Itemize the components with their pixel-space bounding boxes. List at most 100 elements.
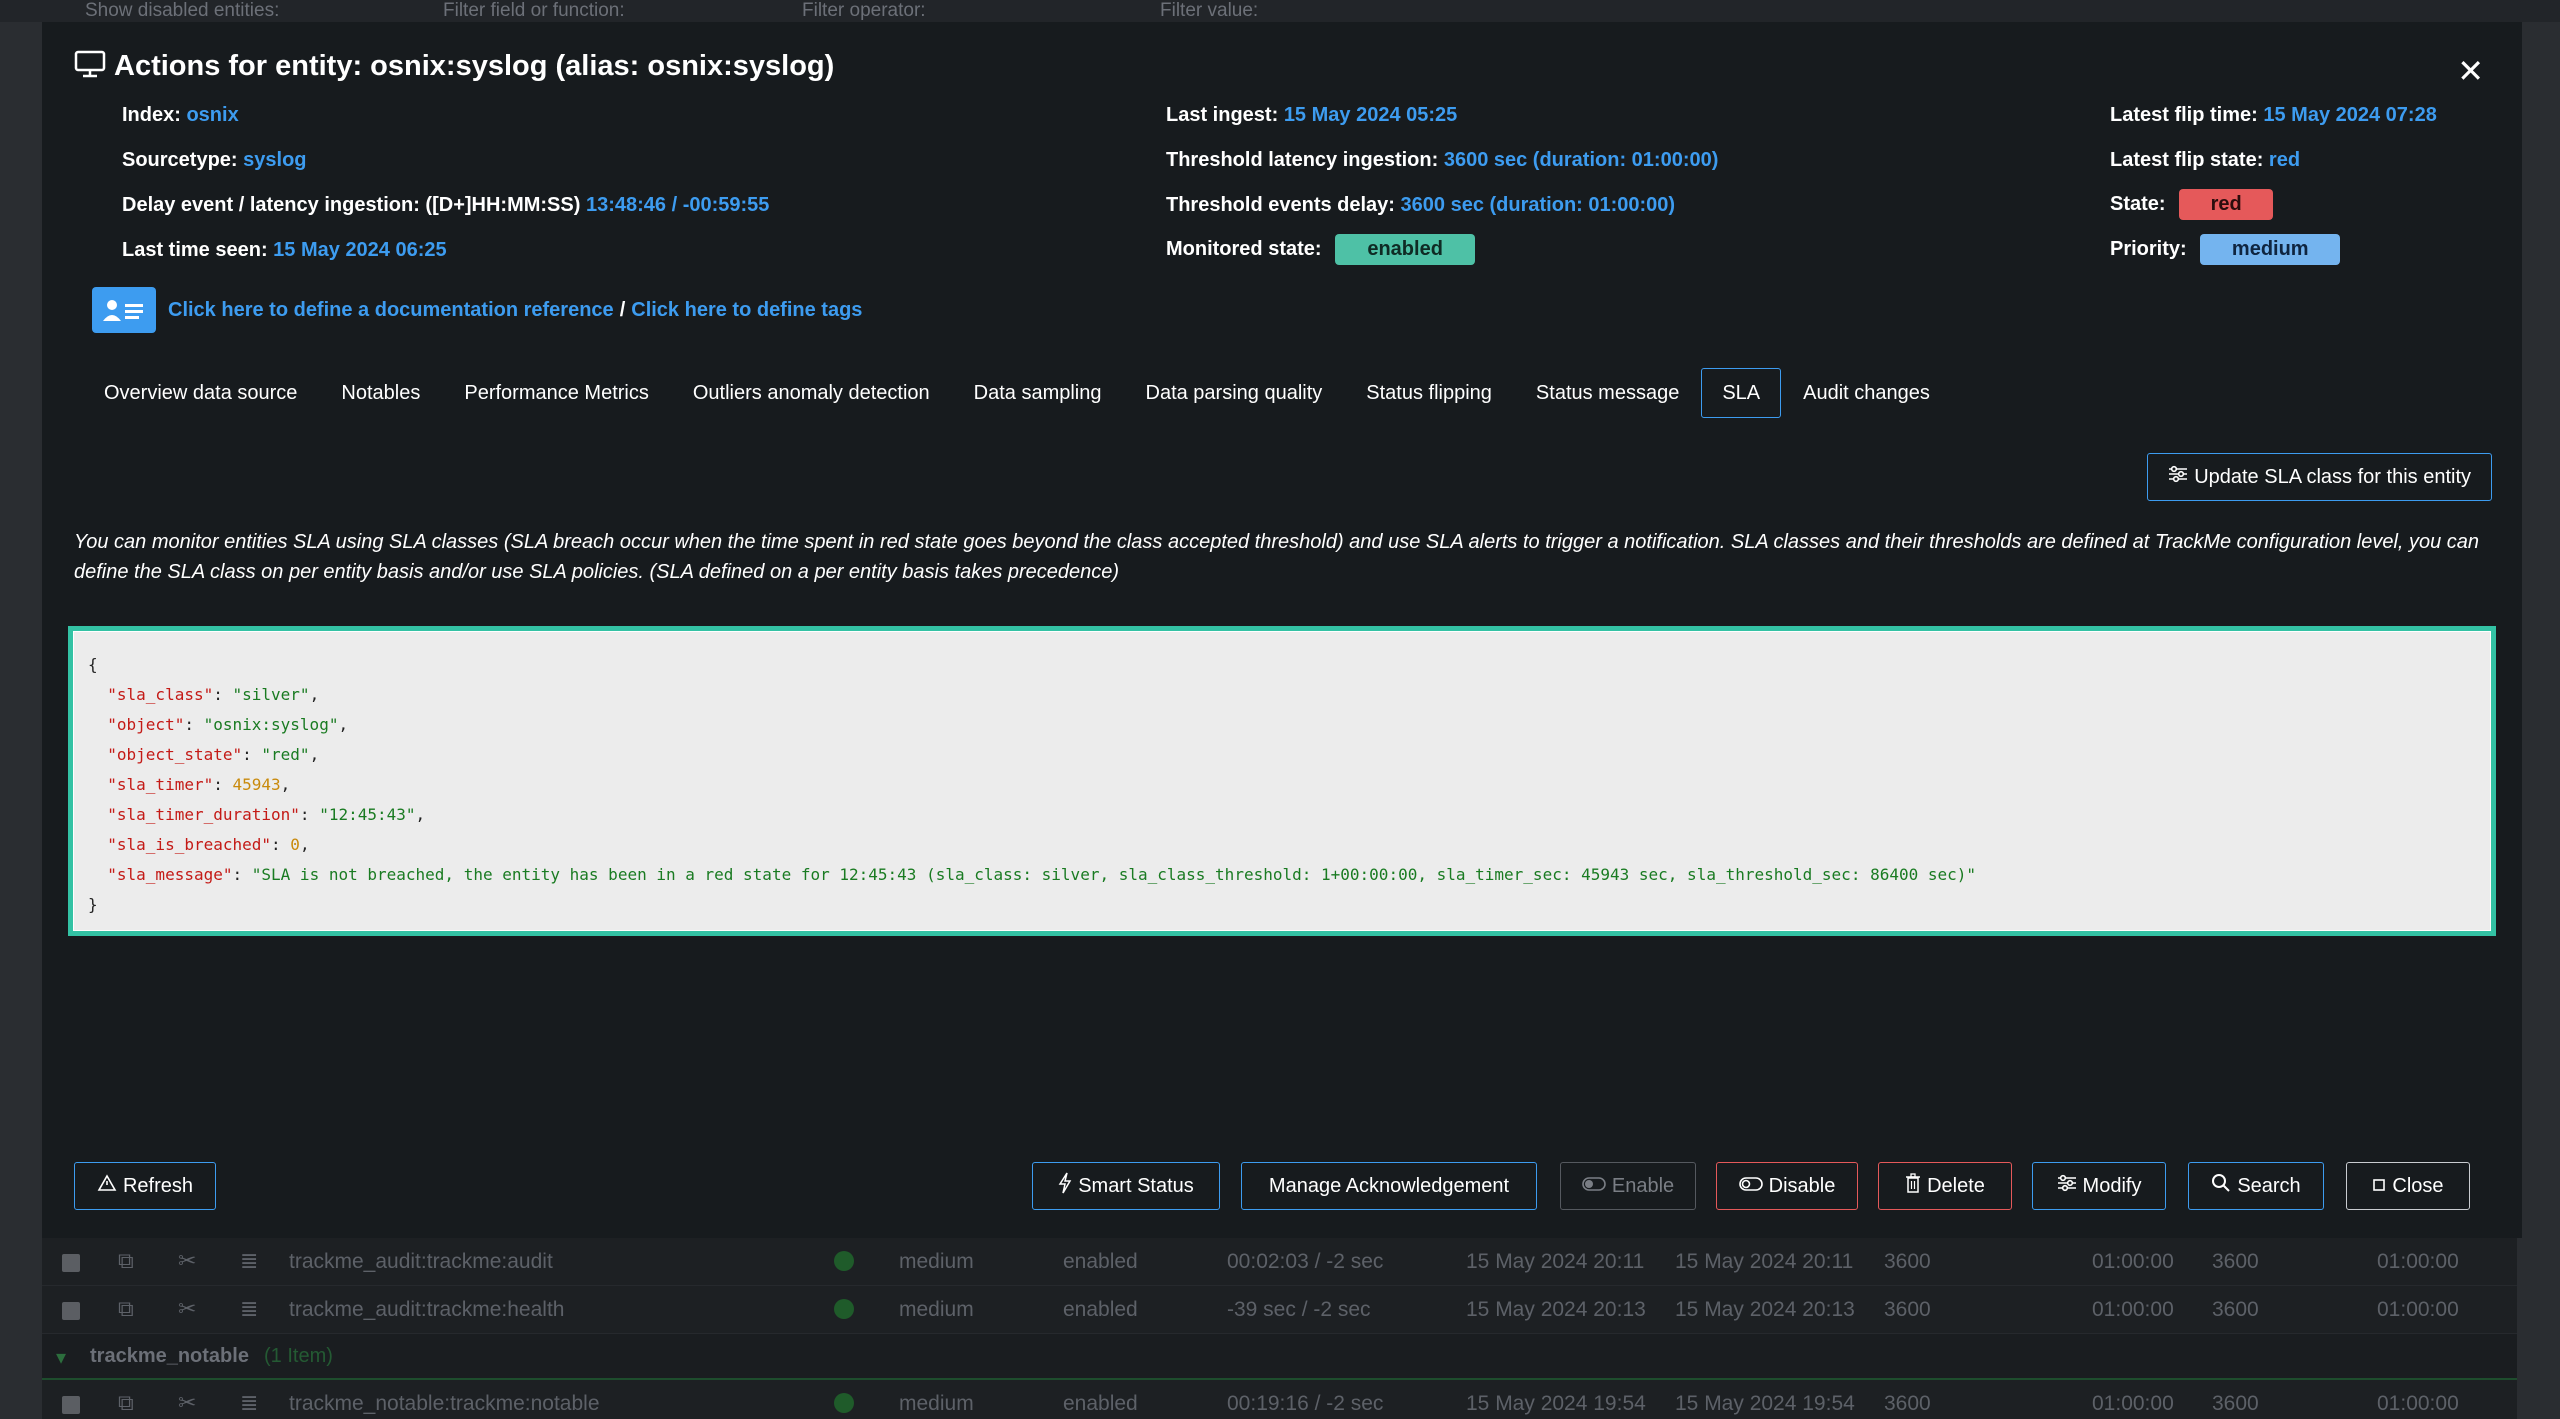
link-separator: / <box>619 298 626 321</box>
search-button[interactable]: Search <box>2188 1162 2324 1210</box>
info-last-seen: Last time seen: 15 May 2024 06:25 <box>122 239 447 262</box>
last-ingest-label: Last ingest: <box>1166 104 1279 126</box>
row-state: enabled <box>1063 1392 1138 1415</box>
row-checkbox[interactable] <box>62 1396 80 1414</box>
sliders-icon <box>2168 465 2194 489</box>
flip-time-label: Latest flip time: <box>2110 104 2258 126</box>
tab-status-flipping[interactable]: Status flipping <box>1344 368 1514 418</box>
toggle-off-icon <box>1582 1175 1612 1198</box>
table-row[interactable]: ⧉ ✂ ≣ trackme_notable:trackme:notable me… <box>42 1380 2517 1419</box>
index-value-link[interactable]: osnix <box>186 104 238 126</box>
row-checkbox[interactable] <box>62 1254 80 1272</box>
tools-icon[interactable]: ✂ <box>178 1296 196 1322</box>
threshold-latency-label: Threshold latency ingestion: <box>1166 149 1439 171</box>
row-state: enabled <box>1063 1298 1138 1321</box>
filter-label-disabled: Show disabled entities: <box>85 0 280 21</box>
trash-icon <box>1905 1173 1927 1199</box>
enable-button[interactable]: Enable <box>1560 1162 1696 1210</box>
tools-icon[interactable]: ✂ <box>178 1248 196 1274</box>
tab-performance-metrics[interactable]: Performance Metrics <box>442 368 671 418</box>
background-filter-bar: Show disabled entities: Filter field or … <box>0 0 2560 22</box>
info-index: Index: osnix <box>122 104 239 127</box>
smart-status-label: Smart Status <box>1078 1174 1194 1197</box>
row-lag: -39 sec / -2 sec <box>1227 1298 1371 1321</box>
info-delay: Delay event / latency ingestion: ([D+]HH… <box>122 194 769 217</box>
threshold-latency-value: 3600 sec (duration: 01:00:00) <box>1443 149 1719 171</box>
info-sourcetype: Sourcetype: syslog <box>122 149 307 172</box>
database-icon: ≣ <box>240 1248 259 1273</box>
tab-overview-data-source[interactable]: Overview data source <box>82 368 319 418</box>
close-icon[interactable]: ✕ <box>2457 52 2484 90</box>
toggle-icon <box>1738 1175 1769 1198</box>
sourcetype-value-link[interactable]: syslog <box>243 149 306 171</box>
state-label: State: <box>2110 192 2166 215</box>
define-tags-link[interactable]: Click here to define tags <box>631 299 862 322</box>
row-entity: trackme_audit:trackme:health <box>289 1298 565 1321</box>
modify-button[interactable]: Modify <box>2032 1162 2166 1210</box>
json-value: "silver" <box>232 685 310 704</box>
row-val4: 01:00:00 <box>2377 1250 2459 1273</box>
row-entity: trackme_audit:trackme:audit <box>289 1250 553 1273</box>
json-key: "sla_class" <box>107 685 214 704</box>
tab-data-sampling[interactable]: Data sampling <box>952 368 1124 418</box>
database-icon: ≣ <box>240 1390 259 1415</box>
update-sla-class-button[interactable]: Update SLA class for this entity <box>2147 453 2492 501</box>
json-key: "sla_timer_duration" <box>107 805 300 824</box>
open-icon[interactable]: ⧉ <box>118 1296 134 1322</box>
close-button[interactable]: Close <box>2346 1162 2470 1210</box>
tab-notables[interactable]: Notables <box>319 368 442 418</box>
last-ingest-value: 15 May 2024 05:25 <box>1283 104 1458 126</box>
tab-status-message[interactable]: Status message <box>1514 368 1701 418</box>
monitor-icon <box>74 50 114 83</box>
tab-audit-changes[interactable]: Audit changes <box>1781 368 1952 418</box>
tools-icon[interactable]: ✂ <box>178 1390 196 1416</box>
row-entity: trackme_notable:trackme:notable <box>289 1392 600 1415</box>
row-priority: medium <box>899 1250 974 1273</box>
smart-status-button[interactable]: Smart Status <box>1032 1162 1220 1210</box>
tab-outliers-anomaly-detection[interactable]: Outliers anomaly detection <box>671 368 952 418</box>
filter-label-operator: Filter operator: <box>802 0 926 21</box>
sliders-icon <box>2057 1174 2083 1198</box>
info-threshold-latency: Threshold latency ingestion: 3600 sec (d… <box>1166 149 1718 172</box>
flip-state-value: red <box>2268 149 2301 171</box>
refresh-button[interactable]: Refresh <box>74 1162 216 1210</box>
json-open-brace: { <box>88 655 98 674</box>
enable-label: Enable <box>1611 1174 1675 1197</box>
json-value: 0 <box>290 835 300 854</box>
chevron-down-icon[interactable]: ▾ <box>56 1345 66 1370</box>
row-time1: 15 May 2024 20:13 <box>1466 1298 1646 1321</box>
group-name: trackme_notable <box>90 1345 249 1367</box>
threshold-events-label: Threshold events delay: <box>1166 194 1395 216</box>
last-seen-label: Last time seen: <box>122 239 268 261</box>
manage-acknowledgement-button[interactable]: Manage Acknowledgement <box>1241 1162 1537 1210</box>
search-icon <box>2211 1173 2237 1199</box>
sla-json-viewer[interactable]: { "sla_class": "silver", "object": "osni… <box>68 626 2496 936</box>
info-flip-time: Latest flip time: 15 May 2024 07:28 <box>2110 104 2437 127</box>
manage-acknowledgement-label: Manage Acknowledgement <box>1268 1174 1510 1197</box>
table-row[interactable]: ⧉ ✂ ≣ trackme_audit:trackme:health mediu… <box>42 1286 2517 1334</box>
json-key: "object" <box>107 715 185 734</box>
json-key: "sla_message" <box>107 865 233 884</box>
disable-button[interactable]: Disable <box>1716 1162 1858 1210</box>
json-value: "SLA is not breached, the entity has bee… <box>251 865 1977 884</box>
row-time2: 15 May 2024 20:11 <box>1675 1250 1854 1273</box>
contact-card-icon[interactable] <box>92 287 156 333</box>
json-line: "sla_message": "SLA is not breached, the… <box>107 865 1977 884</box>
tab-data-parsing-quality[interactable]: Data parsing quality <box>1124 368 1345 418</box>
row-checkbox[interactable] <box>62 1302 80 1320</box>
documentation-reference-link[interactable]: Click here to define a documentation ref… <box>168 299 614 322</box>
index-label: Index: <box>122 104 181 126</box>
priority-badge: medium <box>2200 234 2341 265</box>
delete-button[interactable]: Delete <box>1878 1162 2012 1210</box>
open-icon[interactable]: ⧉ <box>118 1248 134 1274</box>
table-row[interactable]: ⧉ ✂ ≣ trackme_audit:trackme:audit medium… <box>42 1238 2517 1286</box>
open-icon[interactable]: ⧉ <box>118 1390 134 1416</box>
row-state: enabled <box>1063 1250 1138 1273</box>
json-line: "sla_timer": 45943, <box>107 775 291 794</box>
sla-json-content: { "sla_class": "silver", "object": "osni… <box>73 631 2491 931</box>
info-monitored-state: Monitored state: enabled <box>1166 234 1476 265</box>
tab-sla[interactable]: SLA <box>1701 368 1782 418</box>
table-group-header[interactable]: ▾ trackme_notable (1 Item) <box>42 1334 2517 1380</box>
row-val2: 01:00:00 <box>2092 1250 2174 1273</box>
json-close-brace: } <box>88 895 98 914</box>
